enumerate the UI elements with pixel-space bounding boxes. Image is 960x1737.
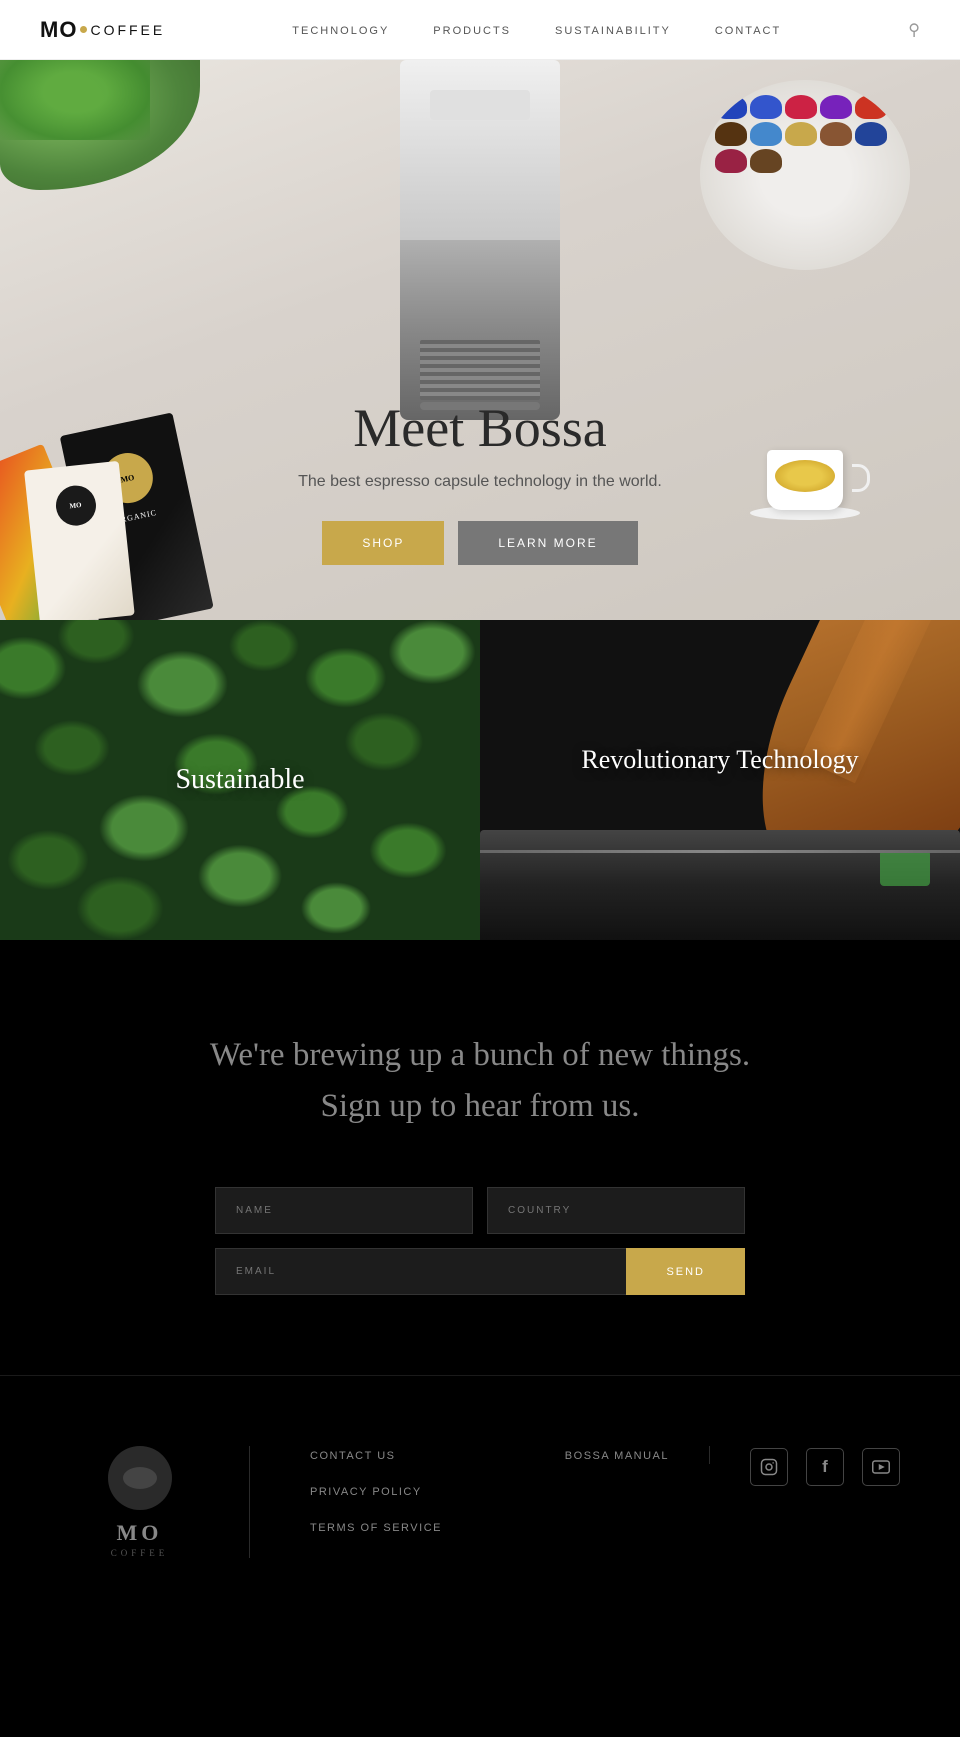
search-icon[interactable]: ⚲ [908,20,920,40]
learn-more-button[interactable]: LEARN MORE [458,521,637,565]
send-button[interactable]: SEND [626,1248,745,1295]
hero-title: Meet Bossa [160,397,800,459]
form-row-email-send: SEND [215,1248,745,1295]
footer-terms-link[interactable]: TERMS OF SERVICE [310,1522,442,1534]
shop-button[interactable]: SHOP [322,521,444,565]
footer-contact-link[interactable]: CONTACT US [310,1450,396,1462]
footer-social-column: f [710,1446,900,1486]
hero-buttons: SHOP LEARN MORE [160,521,800,565]
hero-subtitle: The best espresso capsule technology in … [160,473,800,491]
footer-privacy-link[interactable]: PRIVACY POLICY [310,1486,422,1498]
nav-links: TECHNOLOGY PRODUCTS SUSTAINABILITY CONTA… [292,21,781,39]
nav-products[interactable]: PRODUCTS [433,25,511,37]
logo-coffee-text: COFFEE [90,22,165,38]
instagram-icon[interactable] [750,1448,788,1486]
card-technology-label: Revolutionary Technology [581,745,858,775]
nav-contact[interactable]: CONTACT [715,25,781,37]
facebook-icon[interactable]: f [806,1448,844,1486]
footer-logo-mo: MO [117,1520,163,1546]
footer: MO COFFEE CONTACT US PRIVACY POLICY TERM… [0,1375,960,1608]
nav-technology[interactable]: TECHNOLOGY [292,25,389,37]
footer-links-column: CONTACT US PRIVACY POLICY TERMS OF SERVI… [250,1446,525,1554]
footer-logo-column: MO COFFEE [60,1446,250,1558]
form-row-name-country [215,1187,745,1234]
logo-dot-icon [80,26,87,33]
signup-form: SEND [215,1187,745,1295]
country-input[interactable] [487,1187,745,1234]
hero-section: MO ORGANIC MO Meet Bossa The best espres… [0,60,960,620]
logo[interactable]: MO COFFEE [40,17,165,43]
navbar: MO COFFEE TECHNOLOGY PRODUCTS SUSTAINABI… [0,0,960,60]
footer-bossa-manual-link[interactable]: BOSSA MANUAL [565,1450,669,1462]
email-input[interactable] [215,1248,626,1295]
cards-row: Sustainable Revolutionary Technology [0,620,960,940]
youtube-icon[interactable] [862,1448,900,1486]
footer-logo-mark [108,1446,172,1510]
coffee-machine [390,60,570,420]
signup-section: We're brewing up a bunch of new things. … [0,940,960,1375]
signup-headline: We're brewing up a bunch of new things. … [40,1030,920,1132]
nav-sustainability[interactable]: SUSTAINABILITY [555,25,671,37]
hero-content: Meet Bossa The best espresso capsule tec… [160,397,800,565]
card-technology[interactable]: Revolutionary Technology [480,620,960,940]
footer-logo-coffee-sub: COFFEE [111,1548,169,1558]
card-sustainable[interactable]: Sustainable [0,620,480,940]
plant-decoration-2 [0,60,150,140]
logo-mo: MO [40,17,77,43]
footer-inner: MO COFFEE CONTACT US PRIVACY POLICY TERM… [60,1446,900,1558]
pods-bowl [700,80,910,270]
footer-manual-column: BOSSA MANUAL [525,1446,710,1464]
card-sustainable-label: Sustainable [175,764,304,796]
name-input[interactable] [215,1187,473,1234]
